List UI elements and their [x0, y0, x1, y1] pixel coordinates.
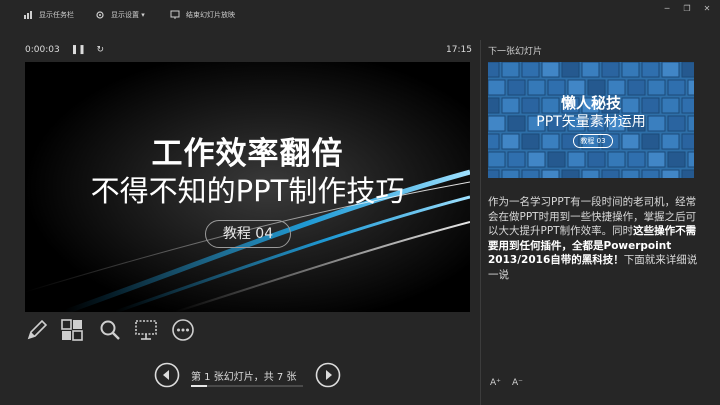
minimize-icon[interactable]: ─ — [660, 4, 674, 13]
pause-icon[interactable]: ❚❚ — [71, 45, 86, 55]
timer-bar: 0:00:03 ❚❚ ↻ — [25, 45, 104, 55]
previous-slide-button[interactable] — [154, 362, 180, 388]
display-settings-label: 显示设置 ▾ — [111, 11, 145, 19]
slide-progress-fill — [191, 385, 207, 387]
clock: 17:15 — [446, 45, 472, 55]
show-taskbar-button[interactable]: 显示任务栏 — [23, 8, 74, 22]
top-toolbar: 显示任务栏 显示设置 ▾ 结束幻灯片放映 ─ ❐ ✕ — [0, 0, 720, 30]
close-icon[interactable]: ✕ — [700, 4, 714, 13]
end-slideshow-icon — [170, 10, 180, 19]
next-slide-title-line2: PPT矢量素材运用 — [536, 114, 646, 130]
next-slide-button[interactable] — [315, 362, 341, 388]
next-slide-label: 下一张幻灯片 — [488, 47, 543, 57]
pane-divider[interactable] — [480, 40, 481, 405]
reset-timer-icon[interactable]: ↻ — [97, 45, 105, 55]
elapsed-time: 0:00:03 — [25, 45, 60, 55]
end-slideshow-button[interactable]: 结束幻灯片放映 — [170, 8, 235, 22]
next-slide-title-line1: 懒人秘技 — [560, 94, 621, 112]
next-slide-preview[interactable]: 懒人秘技 PPT矢量素材运用 教程 03 — [488, 62, 694, 178]
more-icon[interactable] — [171, 318, 195, 342]
increase-font-button[interactable]: A⁺ — [490, 378, 501, 388]
slide-tag: 教程 04 — [205, 220, 291, 248]
decrease-font-button[interactable]: A⁻ — [512, 378, 523, 388]
show-taskbar-label: 显示任务栏 — [39, 11, 74, 19]
pen-icon[interactable] — [25, 318, 49, 342]
speaker-notes[interactable]: 作为一名学习PPT有一段时间的老司机，经常会在做PPT时用到一些快捷操作，掌握之… — [488, 195, 700, 282]
slide-progress-bar — [191, 385, 303, 387]
display-settings-icon — [96, 11, 104, 19]
taskbar-icon — [24, 11, 32, 19]
restore-icon[interactable]: ❐ — [680, 4, 694, 13]
next-slide-tag: 教程 03 — [573, 134, 613, 148]
end-slideshow-label: 结束幻灯片放映 — [186, 11, 235, 19]
current-slide[interactable]: 工作效率翻倍 不得不知的PPT制作技巧 教程 04 — [25, 62, 470, 312]
slide-grid-icon[interactable] — [60, 318, 84, 342]
slide-title-line1: 工作效率翻倍 — [151, 136, 344, 172]
zoom-icon[interactable] — [98, 318, 122, 342]
display-settings-button[interactable]: 显示设置 ▾ — [95, 8, 145, 22]
slide-counter[interactable]: 第 1 张幻灯片，共 7 张 — [191, 368, 296, 383]
screen-icon[interactable] — [134, 318, 158, 342]
slide-title-line2: 不得不知的PPT制作技巧 — [90, 174, 405, 208]
